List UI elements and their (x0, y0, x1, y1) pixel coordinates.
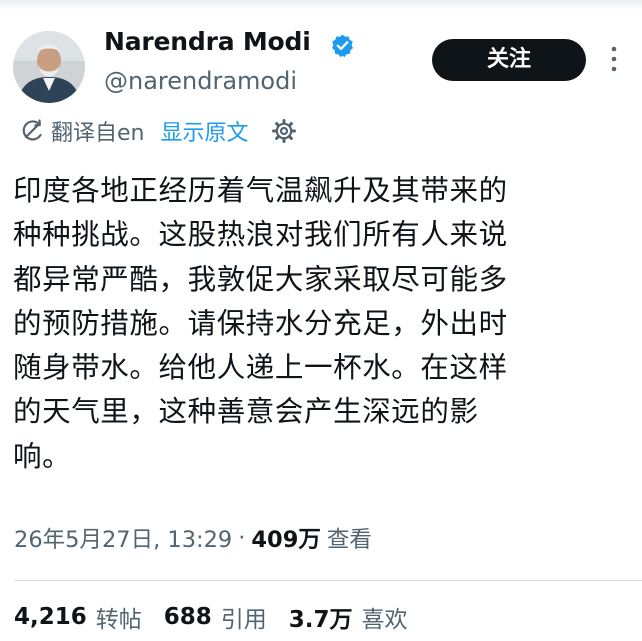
tweet-line: 都异常严酷，我敦促大家采取尽可能多 (13, 262, 508, 296)
tweet-line: 的预防措施。请保持水分充足，外出时 (13, 306, 508, 340)
likes-label: 喜欢 (361, 607, 408, 633)
quotes-label: 引用 (220, 607, 267, 633)
divider (14, 580, 642, 581)
reposts-count: 4,216 (14, 604, 87, 630)
tweet-meta: 26年5月27日, 13:29 · 409万 查看 (14, 518, 372, 558)
verified-badge-icon (332, 34, 353, 58)
quotes-stat[interactable]: 688 引用 (164, 600, 267, 634)
timestamp[interactable]: 26年5月27日, 13:29 (14, 522, 232, 554)
avatar-photo (13, 31, 85, 103)
tweet-text: 印度各地正经历着气温飙升及其带来的 种种挑战。这股热浪对我们所有人来说 都异常严… (13, 169, 613, 479)
translate-icon (22, 119, 42, 141)
avatar[interactable] (13, 31, 85, 103)
show-original-link[interactable]: 显示原文 (160, 115, 248, 147)
handle[interactable]: @narendramodi (104, 67, 297, 95)
display-name[interactable]: Narendra Modi (104, 27, 311, 56)
gear-icon[interactable] (271, 118, 297, 144)
likes-count: 3.7万 (288, 607, 353, 633)
quotes-count: 688 (163, 604, 212, 630)
follow-button[interactable]: 关注 (432, 39, 586, 81)
tweet-line: 的天气里，这种善意会产生深远的影 (13, 395, 479, 429)
views-count: 409万 (251, 527, 321, 553)
top-shade (0, 0, 642, 10)
tweet-line: 种种挑战。这股热浪对我们所有人来说 (13, 218, 508, 252)
engagement-stats: 4,216 转帖 688 引用 3.7万 喜欢 (14, 597, 430, 637)
translation-row: 翻译自en 显示原文 (19, 115, 297, 147)
more-vertical-icon[interactable] (608, 44, 620, 74)
tweet-line: 响。 (13, 439, 72, 473)
tweet-line: 随身带水。给他人递上一杯水。在这样 (13, 351, 508, 385)
reposts-label: 转帖 (95, 607, 142, 633)
views-label: 查看 (326, 527, 372, 553)
meta-separator: · (238, 525, 246, 551)
reposts-stat[interactable]: 4,216 转帖 (14, 600, 142, 634)
likes-stat[interactable]: 3.7万 喜欢 (289, 600, 408, 634)
tweet-line: 印度各地正经历着气温飙升及其带来的 (13, 174, 508, 207)
translated-from-label: 翻译自en (51, 121, 145, 146)
